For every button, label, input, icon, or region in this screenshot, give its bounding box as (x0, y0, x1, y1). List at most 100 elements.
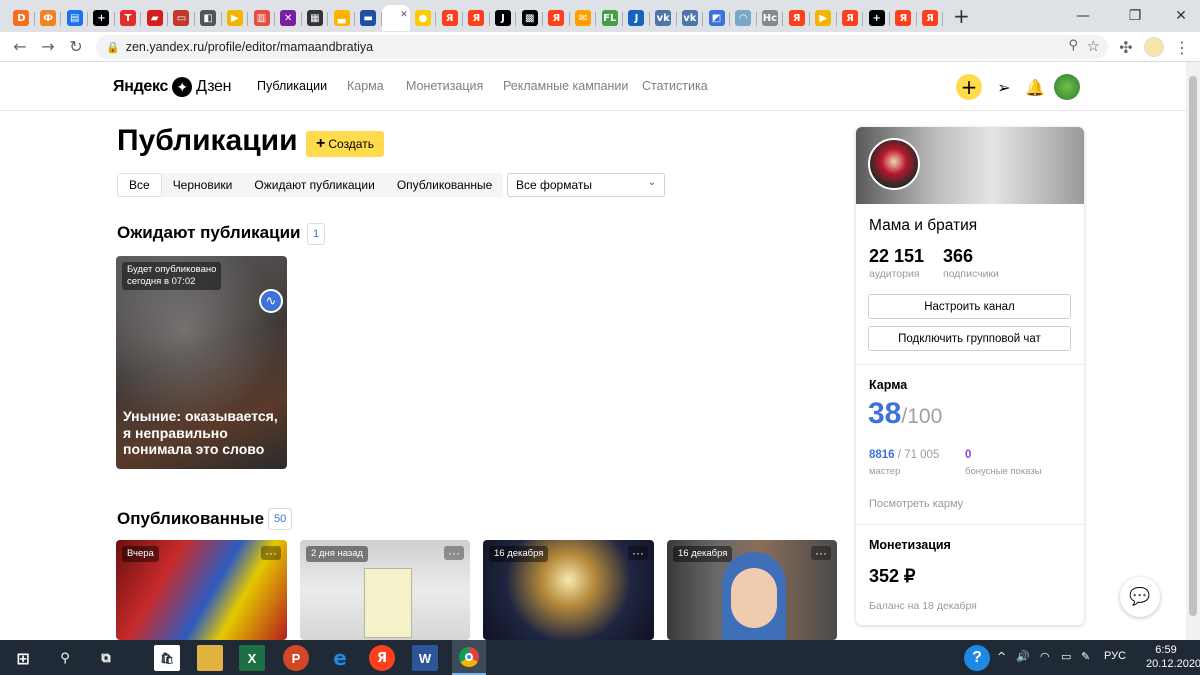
browser-tab[interactable]: Я (463, 5, 490, 31)
zoom-search-icon[interactable]: ⚲ (1068, 38, 1078, 53)
browser-tab[interactable]: ▰ (141, 5, 169, 31)
browser-tab[interactable]: vk (677, 5, 704, 31)
wifi-icon[interactable]: ◠ (1040, 650, 1050, 663)
help-icon[interactable]: ? (964, 645, 990, 671)
close-tab-icon[interactable]: ✕ (400, 10, 408, 20)
browser-tab[interactable]: Я (837, 5, 864, 31)
zen-logo[interactable]: Яндекс ✦ Дзен (113, 77, 231, 97)
powerpoint-icon[interactable]: P (283, 645, 309, 671)
channel-avatar[interactable] (868, 138, 920, 190)
volume-icon[interactable]: 🔊 (1016, 650, 1030, 663)
address-bar[interactable]: 🔒 zen.yandex.ru/profile/editor/mamaandbr… (96, 35, 1108, 59)
browser-tab[interactable]: Я (783, 5, 810, 31)
scrollbar-thumb[interactable] (1189, 76, 1197, 616)
profile-avatar[interactable] (1144, 37, 1164, 57)
browser-tab[interactable]: ✕ (275, 5, 302, 31)
yandex-browser-icon[interactable]: Я (369, 645, 395, 671)
back-icon[interactable]: ← (6, 33, 34, 61)
connect-group-chat-button[interactable]: Подключить групповой чат (868, 326, 1071, 351)
task-view-icon[interactable]: ⧉ (93, 645, 119, 671)
bookmark-star-icon[interactable]: ☆ (1087, 37, 1100, 55)
browser-tab[interactable]: J (490, 5, 517, 31)
nav-karma[interactable]: Карма (347, 79, 384, 93)
published-card[interactable]: 2 дня назад ··· (300, 540, 470, 640)
tab-drafts[interactable]: Черновики (162, 173, 244, 197)
send-icon[interactable]: ➢ (991, 74, 1017, 100)
browser-tab[interactable]: ▶ (222, 5, 249, 31)
browser-tab[interactable]: + (88, 5, 115, 31)
browser-tab[interactable]: ▃ (328, 5, 355, 31)
format-select[interactable]: Все форматы ⌄ (507, 173, 665, 197)
browser-tab[interactable]: ▩ (516, 5, 544, 31)
reload-icon[interactable]: ↻ (62, 33, 90, 61)
browser-tab[interactable]: Я (890, 5, 917, 31)
battery-icon[interactable]: ▭ (1061, 650, 1071, 663)
channel-name[interactable]: Мама и братия (869, 217, 977, 235)
bell-icon[interactable]: 🔔 (1022, 74, 1048, 100)
pen-icon[interactable]: ✎ (1081, 650, 1090, 663)
more-menu-icon[interactable]: ··· (628, 546, 648, 560)
nav-publications[interactable]: Публикации (257, 79, 327, 93)
store-icon[interactable]: 🛍 (154, 645, 180, 671)
tab-all[interactable]: Все (117, 173, 162, 197)
url-text[interactable]: zen.yandex.ru/profile/editor/mamaandbrat… (126, 40, 373, 54)
browser-tab[interactable]: J (623, 5, 650, 31)
browser-tab[interactable]: Ф (35, 5, 62, 31)
browser-tab[interactable]: vk (650, 5, 677, 31)
published-card[interactable]: 16 декабря ··· (483, 540, 654, 640)
browser-tab[interactable]: ◠ (730, 5, 757, 31)
browser-tab[interactable]: Я (436, 5, 463, 31)
page-scrollbar[interactable] (1186, 62, 1200, 640)
create-plus-icon[interactable]: + (956, 74, 982, 100)
excel-icon[interactable]: X (239, 645, 265, 671)
browser-tab[interactable]: Hc (757, 5, 784, 31)
nav-statistics[interactable]: Статистика (642, 79, 708, 93)
nav-monetization[interactable]: Монетизация (406, 79, 483, 93)
browser-tab[interactable]: ▬ (355, 5, 382, 31)
browser-tab[interactable]: ▥ (248, 5, 275, 31)
chrome-icon[interactable] (452, 640, 486, 675)
windows-start-icon[interactable]: ⊞ (10, 645, 36, 671)
browser-tab[interactable]: ✉ (570, 5, 597, 31)
browser-tab[interactable]: Я✕ (381, 5, 410, 31)
browser-tab[interactable]: ▶ (810, 5, 837, 31)
word-icon[interactable]: W (412, 645, 438, 671)
browser-tab[interactable]: D (8, 5, 35, 31)
tab-pending[interactable]: Ожидают публикации (243, 173, 385, 197)
browser-tab[interactable]: ▭ (168, 5, 195, 31)
configure-channel-button[interactable]: Настроить канал (868, 294, 1071, 319)
browser-tab[interactable]: ▦ (302, 5, 329, 31)
tab-published[interactable]: Опубликованные (386, 173, 504, 197)
chat-bubbles-icon[interactable]: 💬 (1120, 577, 1160, 617)
search-icon[interactable]: ⚲ (52, 645, 78, 671)
more-menu-icon[interactable]: ··· (811, 546, 831, 560)
restore-icon[interactable]: ❐ (1112, 0, 1158, 32)
create-button[interactable]: + Создать (306, 131, 384, 157)
browser-tab[interactable]: ● (410, 5, 437, 31)
more-menu-icon[interactable]: ··· (261, 546, 281, 560)
browser-tab[interactable]: ▤ (61, 5, 89, 31)
language-indicator[interactable]: РУС (1104, 650, 1126, 662)
more-menu-icon[interactable]: ··· (444, 546, 464, 560)
browser-tab[interactable]: ◧ (195, 5, 222, 31)
browser-tab[interactable]: T (115, 5, 142, 31)
user-avatar[interactable] (1054, 74, 1080, 100)
browser-tab[interactable]: Я (543, 5, 570, 31)
tray-chevron-up-icon[interactable]: ^ (997, 650, 1006, 663)
file-explorer-icon[interactable] (197, 645, 223, 671)
minimize-icon[interactable]: — (1060, 0, 1106, 32)
published-card[interactable]: Вчера ··· (116, 540, 287, 640)
extensions-icon[interactable]: ✣ (1112, 33, 1140, 61)
edge-icon[interactable]: e (327, 645, 353, 671)
view-karma-link[interactable]: Посмотреть карму (869, 498, 963, 510)
close-window-icon[interactable]: ✕ (1158, 0, 1200, 32)
menu-kebab-icon[interactable]: ⋮ (1168, 33, 1196, 61)
forward-icon[interactable]: → (34, 33, 62, 61)
new-tab-button[interactable]: + (947, 4, 975, 28)
browser-tab[interactable]: FL (596, 5, 624, 31)
pending-publication-card[interactable]: Будет опубликовано сегодня в 07:02 ∿ Унын… (116, 256, 287, 469)
nav-ad-campaigns[interactable]: Рекламные кампании (503, 79, 628, 93)
clock[interactable]: 6:59 20.12.2020 (1146, 643, 1200, 671)
browser-tab[interactable]: + (863, 5, 890, 31)
browser-tab[interactable]: Я (917, 5, 944, 31)
